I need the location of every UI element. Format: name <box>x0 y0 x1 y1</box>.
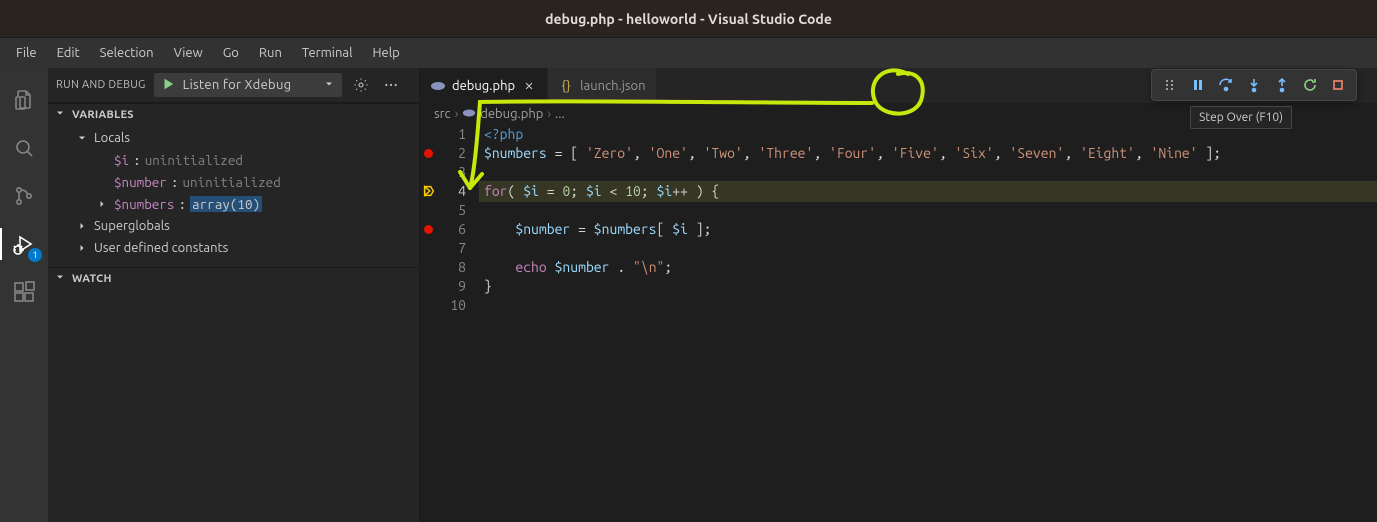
editor-area: debug.php {} launch.json <box>420 68 1377 522</box>
menu-selection[interactable]: Selection <box>90 38 164 68</box>
activity-explorer[interactable] <box>0 76 48 124</box>
chevron-right-icon <box>96 198 110 210</box>
variable-name: $number <box>114 174 167 190</box>
chevron-right-icon <box>76 220 90 232</box>
chevron-down-icon <box>323 78 335 93</box>
breadcrumb-segment[interactable]: ... <box>555 107 565 121</box>
line-number[interactable]: 2 <box>420 144 480 163</box>
debug-badge: 1 <box>28 248 42 262</box>
code-line[interactable] <box>480 239 1377 258</box>
menu-go[interactable]: Go <box>213 38 249 68</box>
chevron-down-icon <box>54 271 68 286</box>
step-out-button[interactable] <box>1268 71 1296 99</box>
variable-value: uninitialized <box>145 152 243 168</box>
code-line[interactable] <box>480 163 1377 182</box>
variable-row[interactable]: $numbers: array(10) <box>48 193 419 215</box>
restart-button[interactable] <box>1296 71 1324 99</box>
menu-edit[interactable]: Edit <box>47 38 90 68</box>
sidebar-header: RUN AND DEBUG Listen for Xdebug <box>48 68 419 103</box>
code-line[interactable] <box>480 201 1377 220</box>
debug-config-name: Listen for Xdebug <box>183 78 292 92</box>
line-number[interactable]: 5 <box>420 201 480 220</box>
line-number[interactable]: 1 <box>420 125 480 144</box>
variable-row[interactable]: $i: uninitialized <box>48 149 419 171</box>
variables-body: Locals $i: uninitialized$number: uniniti… <box>48 125 419 267</box>
run-debug-sidebar: RUN AND DEBUG Listen for Xdebug <box>48 68 420 522</box>
code-line[interactable]: for( $i = 0; $i < 10; $i++ ) { <box>480 182 1377 201</box>
tab-launch-json[interactable]: {} launch.json <box>548 68 656 103</box>
line-number[interactable]: 7 <box>420 239 480 258</box>
line-number[interactable]: 4 <box>420 182 480 201</box>
line-number[interactable]: 9 <box>420 277 480 296</box>
debug-toolbar[interactable]: Step Over (F10) <box>1151 69 1357 101</box>
section-watch[interactable]: WATCH <box>48 267 419 289</box>
pause-button[interactable] <box>1184 71 1212 99</box>
line-number[interactable]: 8 <box>420 258 480 277</box>
activity-extensions[interactable] <box>0 268 48 316</box>
breakpoint-icon[interactable] <box>424 225 433 234</box>
window-title-bar: debug.php - helloworld - Visual Studio C… <box>0 0 1377 38</box>
code-editor[interactable]: 12345678910 <?php$numbers = [ 'Zero', 'O… <box>420 125 1377 522</box>
menu-help[interactable]: Help <box>362 38 409 68</box>
tooltip: Step Over (F10) <box>1190 106 1292 129</box>
code-line[interactable] <box>480 296 1377 315</box>
tab-debug-php[interactable]: debug.php <box>420 68 548 103</box>
step-into-button[interactable] <box>1240 71 1268 99</box>
line-number[interactable]: 3 <box>420 163 480 182</box>
menu-run[interactable]: Run <box>249 38 292 68</box>
editor-tabs: debug.php {} launch.json <box>420 68 1377 103</box>
debug-config-dropdown[interactable]: Listen for Xdebug <box>154 73 342 97</box>
breadcrumb-segment[interactable]: debug.php <box>480 107 543 121</box>
php-icon <box>462 106 476 123</box>
more-icon[interactable] <box>380 74 402 96</box>
activity-run-debug[interactable]: 1 <box>0 220 48 268</box>
section-variables[interactable]: VARIABLES <box>48 103 419 125</box>
chevron-right-icon <box>76 242 90 254</box>
php-icon <box>430 78 446 94</box>
line-number[interactable]: 10 <box>420 296 480 315</box>
chevron-down-icon <box>54 107 68 122</box>
tab-label: debug.php <box>452 79 515 93</box>
gear-icon[interactable] <box>350 74 372 96</box>
activity-scm[interactable] <box>0 172 48 220</box>
menu-bar: FileEditSelectionViewGoRunTerminalHelp <box>0 38 1377 68</box>
menu-terminal[interactable]: Terminal <box>292 38 363 68</box>
variable-value: uninitialized <box>182 174 280 190</box>
close-icon[interactable] <box>521 78 537 94</box>
variable-name: $numbers <box>114 196 174 212</box>
drag-handle-icon[interactable] <box>1156 71 1184 99</box>
variable-name: $i <box>114 152 129 168</box>
variable-value: array(10) <box>190 196 262 212</box>
breakpoint-icon[interactable] <box>424 149 433 158</box>
breadcrumb-segment[interactable]: src <box>434 107 451 121</box>
code-line[interactable]: } <box>480 277 1377 296</box>
stop-button[interactable] <box>1324 71 1352 99</box>
menu-view[interactable]: View <box>164 38 213 68</box>
line-number[interactable]: 6 <box>420 220 480 239</box>
step-over-button[interactable] <box>1212 71 1240 99</box>
gutter: 12345678910 <box>420 125 480 522</box>
scope-user-constants[interactable]: User defined constants <box>48 237 419 259</box>
json-icon: {} <box>558 78 574 94</box>
chevron-down-icon <box>76 132 90 144</box>
start-debug-icon <box>161 77 175 94</box>
code-lines[interactable]: <?php$numbers = [ 'Zero', 'One', 'Two', … <box>480 125 1377 522</box>
code-line[interactable]: echo $number . "\n"; <box>480 258 1377 277</box>
variable-row[interactable]: $number: uninitialized <box>48 171 419 193</box>
activity-search[interactable] <box>0 124 48 172</box>
code-line[interactable]: $numbers = [ 'Zero', 'One', 'Two', 'Thre… <box>480 144 1377 163</box>
window-title: debug.php - helloworld - Visual Studio C… <box>545 11 832 27</box>
scope-superglobals[interactable]: Superglobals <box>48 215 419 237</box>
tab-label: launch.json <box>580 79 645 93</box>
scope-locals[interactable]: Locals <box>48 127 419 149</box>
menu-file[interactable]: File <box>6 38 47 68</box>
sidebar-title: RUN AND DEBUG <box>56 79 146 91</box>
code-line[interactable]: $number = $numbers[ $i ]; <box>480 220 1377 239</box>
activity-bar: 1 <box>0 68 48 522</box>
